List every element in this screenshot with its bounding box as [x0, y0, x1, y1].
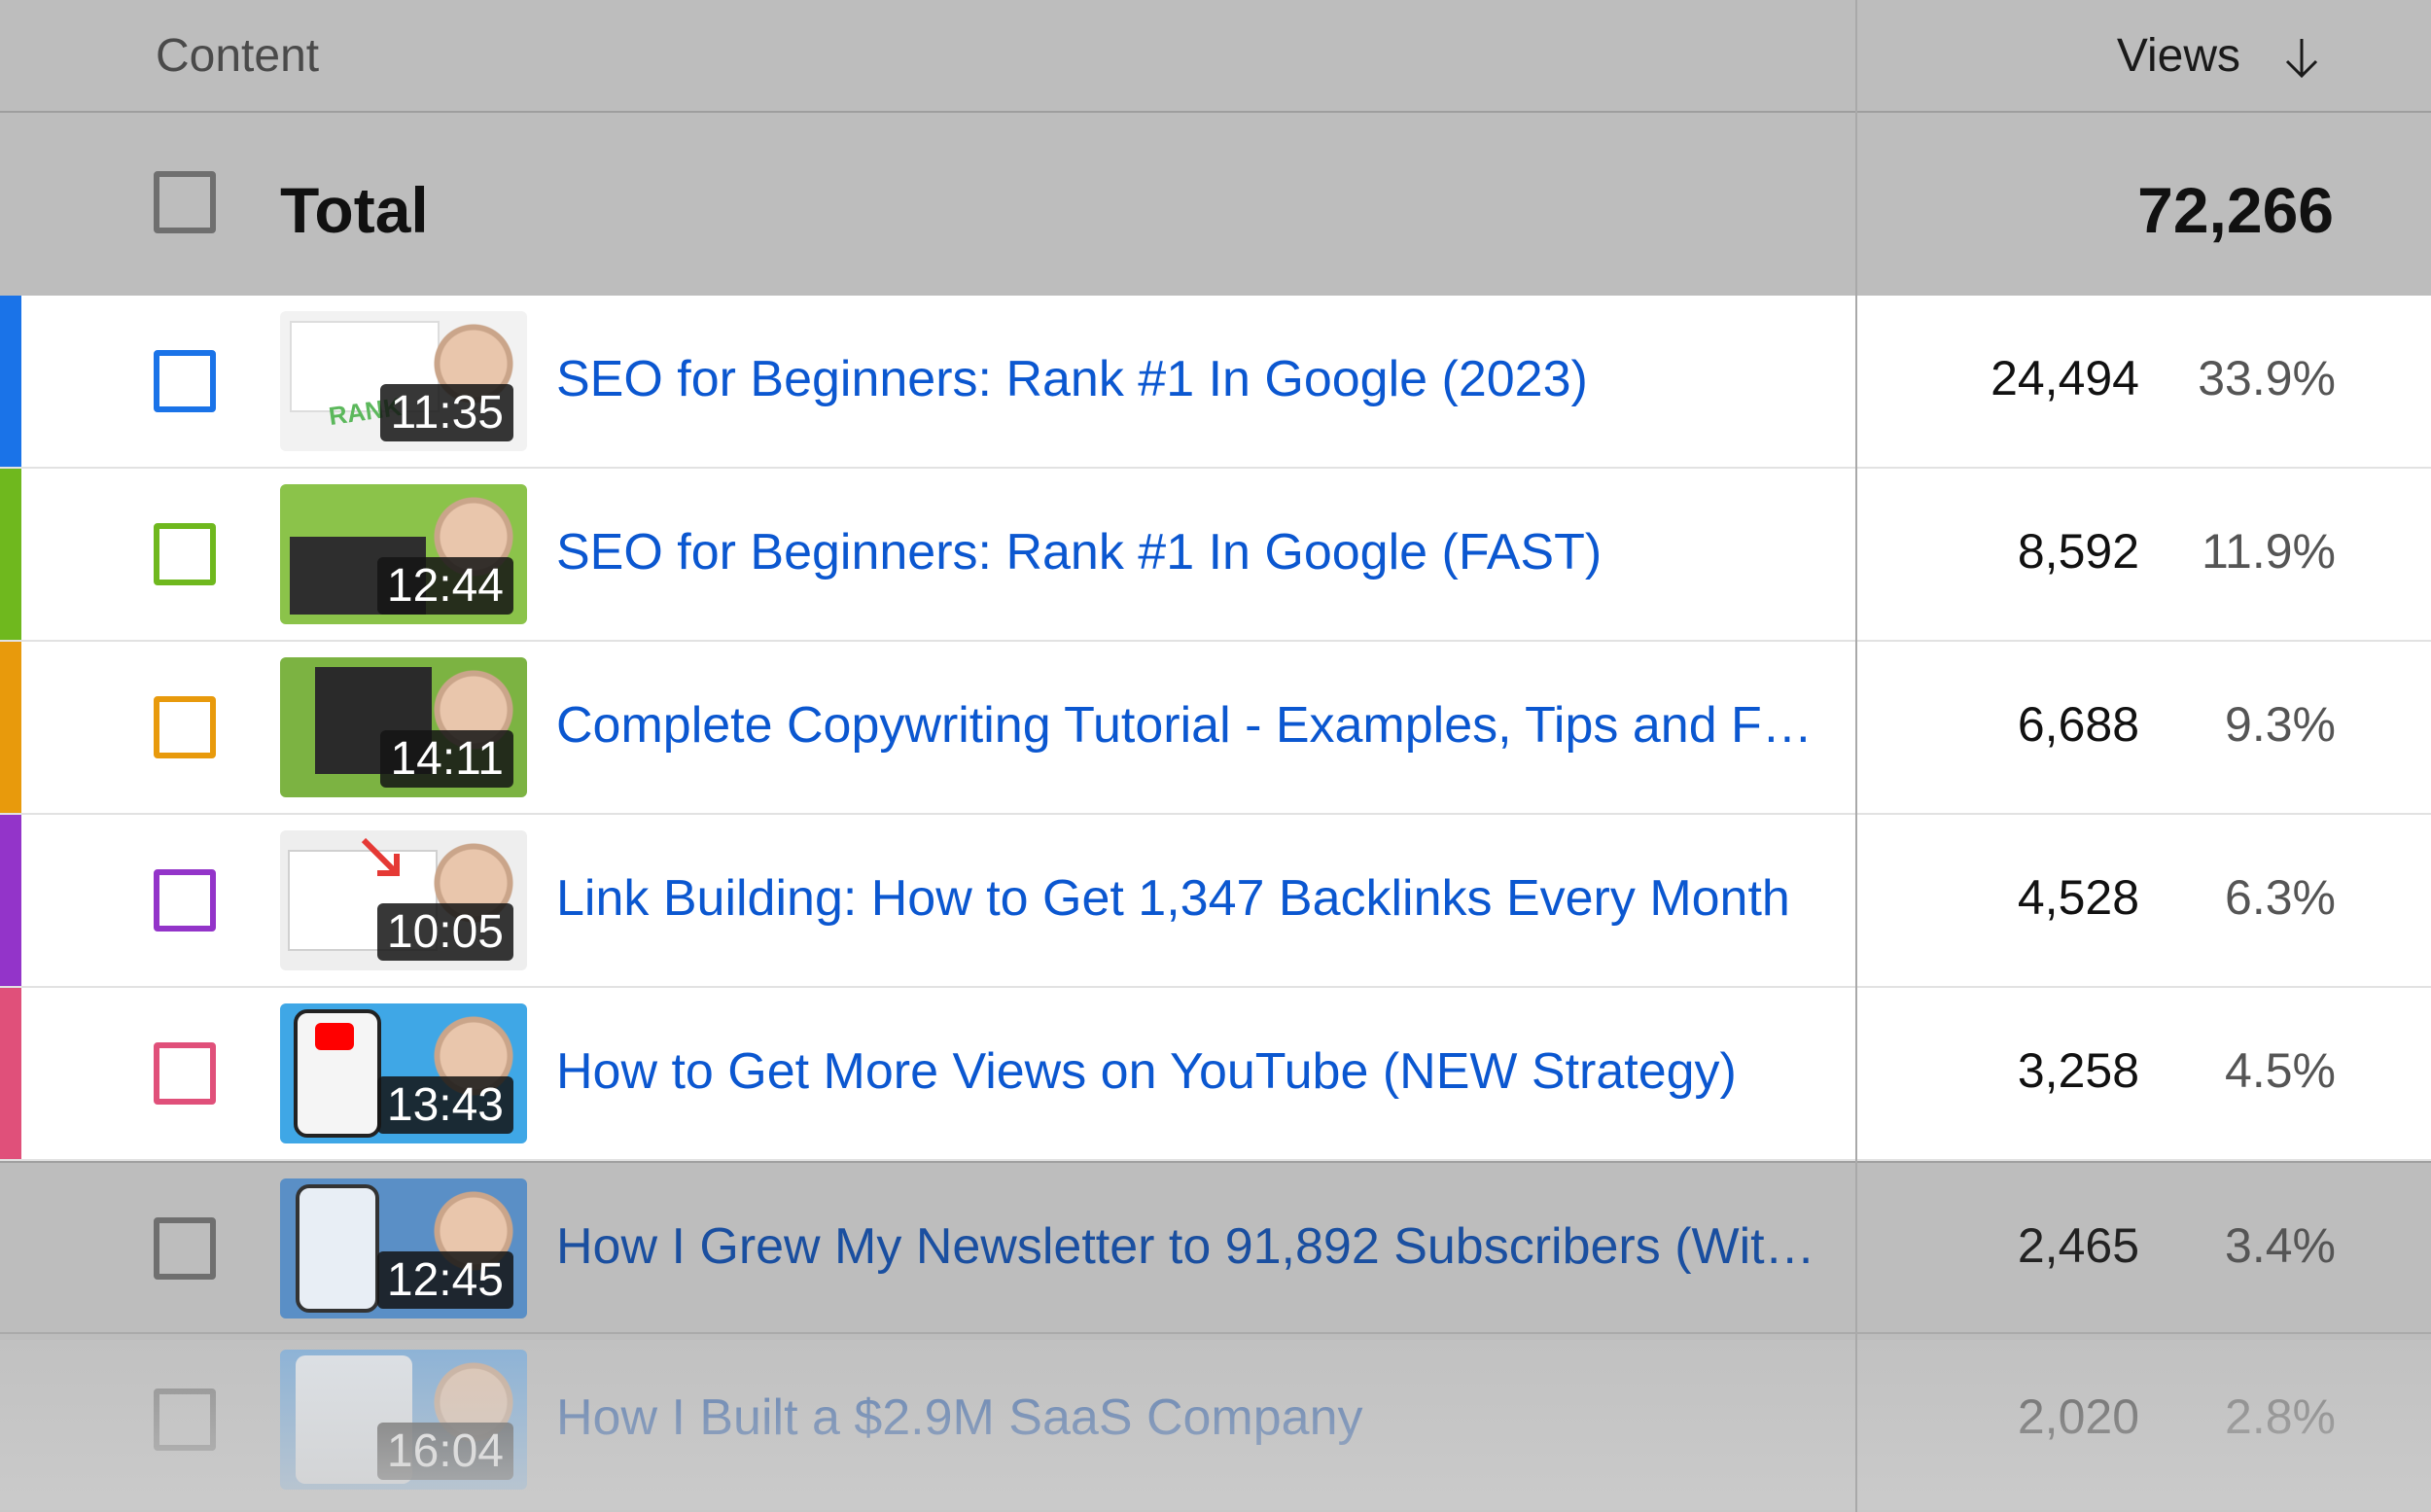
table-row[interactable]: 10:05 Link Building: How to Get 1,347 Ba…: [0, 815, 2431, 988]
video-views: 24,494: [1991, 351, 2139, 405]
video-thumbnail[interactable]: 16:04: [280, 1350, 527, 1490]
content-column-header[interactable]: Content: [156, 29, 319, 83]
video-views: 3,258: [2017, 1043, 2139, 1098]
video-views: 8,592: [2017, 524, 2139, 579]
row-checkbox[interactable]: [154, 1389, 216, 1451]
video-thumbnail[interactable]: 12:45: [280, 1178, 527, 1319]
video-title-link[interactable]: Complete Copywriting Tutorial - Examples…: [556, 696, 1830, 755]
series-color-bar: [0, 815, 21, 986]
total-checkbox[interactable]: [154, 171, 216, 233]
video-duration: 14:11: [380, 730, 513, 788]
video-views-percent: 4.5%: [2225, 1043, 2336, 1098]
video-title-link[interactable]: How to Get More Views on YouTube (NEW St…: [556, 1042, 1830, 1101]
row-checkbox[interactable]: [154, 523, 216, 585]
row-checkbox[interactable]: [154, 350, 216, 412]
video-views: 2,020: [2017, 1389, 2139, 1444]
video-title-link[interactable]: Link Building: How to Get 1,347 Backlink…: [556, 869, 1830, 928]
video-views: 6,688: [2017, 697, 2139, 752]
video-thumbnail[interactable]: 14:11: [280, 657, 527, 797]
table-header: Content Views: [0, 0, 2431, 113]
table-row[interactable]: 12:44 SEO for Beginners: Rank #1 In Goog…: [0, 469, 2431, 642]
series-color-bar: [0, 296, 21, 467]
video-duration: 13:43: [376, 1076, 513, 1134]
total-row: Total 72,266: [0, 113, 2431, 296]
video-views: 2,465: [2017, 1218, 2139, 1273]
video-views-percent: 2.8%: [2225, 1389, 2336, 1444]
video-duration: 16:04: [376, 1423, 513, 1480]
total-label: Total: [280, 174, 429, 246]
video-views-percent: 33.9%: [2198, 351, 2336, 405]
video-thumbnail[interactable]: 10:05: [280, 830, 527, 970]
table-row[interactable]: 13:43 How to Get More Views on YouTube (…: [0, 988, 2431, 1161]
table-row[interactable]: 12:45 How I Grew My Newsletter to 91,892…: [0, 1161, 2431, 1334]
table-row[interactable]: RANK 11:35 SEO for Beginners: Rank #1 In…: [0, 296, 2431, 469]
video-views-percent: 3.4%: [2225, 1218, 2336, 1273]
series-color-bar: [0, 469, 21, 640]
video-views-percent: 9.3%: [2225, 697, 2336, 752]
video-thumbnail[interactable]: 13:43: [280, 1003, 527, 1143]
series-color-bar: [0, 988, 21, 1159]
row-checkbox[interactable]: [154, 696, 216, 758]
total-views-value: 72,266: [2137, 174, 2334, 246]
row-checkbox[interactable]: [154, 869, 216, 932]
video-duration: 12:44: [376, 557, 513, 615]
video-duration: 12:45: [376, 1251, 513, 1309]
video-title-link[interactable]: How I Built a $2.9M SaaS Company: [556, 1389, 1830, 1447]
row-checkbox[interactable]: [154, 1042, 216, 1105]
row-checkbox[interactable]: [154, 1217, 216, 1280]
video-title-link[interactable]: SEO for Beginners: Rank #1 In Google (20…: [556, 350, 1830, 408]
video-thumbnail[interactable]: RANK 11:35: [280, 311, 527, 451]
table-row[interactable]: 14:11 Complete Copywriting Tutorial - Ex…: [0, 642, 2431, 815]
video-views-percent: 11.9%: [2201, 524, 2336, 579]
video-title-link[interactable]: How I Grew My Newsletter to 91,892 Subsc…: [556, 1217, 1830, 1276]
video-duration: 11:35: [380, 384, 513, 441]
sort-descending-arrow-icon[interactable]: [2277, 33, 2326, 82]
video-title-link[interactable]: SEO for Beginners: Rank #1 In Google (FA…: [556, 523, 1830, 581]
table-row[interactable]: 16:04 How I Built a $2.9M SaaS Company 2…: [0, 1334, 2431, 1512]
video-duration: 10:05: [376, 903, 513, 961]
series-color-bar: [0, 642, 21, 813]
views-column-header[interactable]: Views: [2117, 29, 2240, 83]
video-views: 4,528: [2017, 870, 2139, 925]
video-views-percent: 6.3%: [2225, 870, 2336, 925]
video-thumbnail[interactable]: 12:44: [280, 484, 527, 624]
column-divider: [1855, 0, 1857, 1512]
analytics-content-table: Content Views Total 72,266 RANK 11:35 SE…: [0, 0, 2431, 1512]
